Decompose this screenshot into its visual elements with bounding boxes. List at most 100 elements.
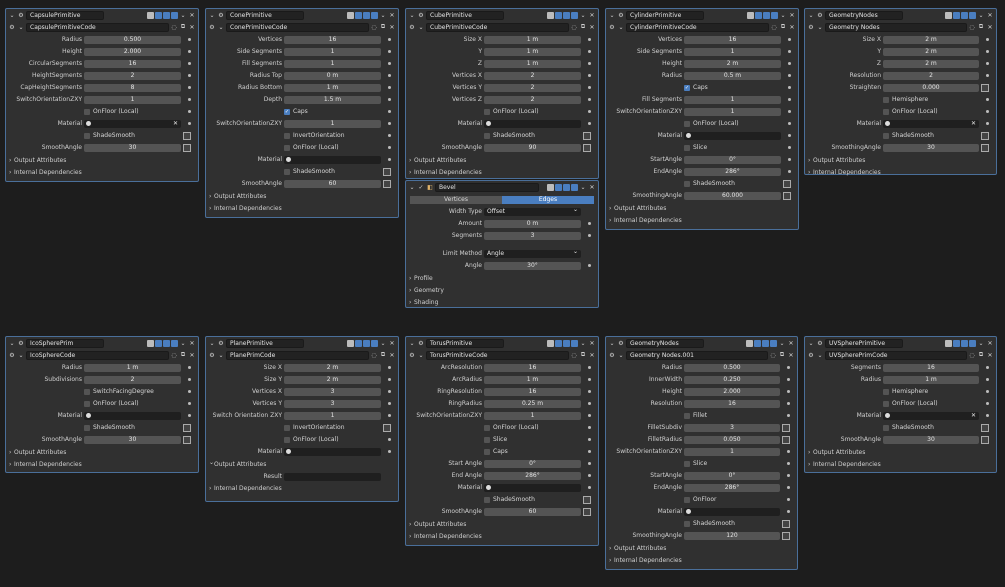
number-field[interactable]: 0 m (484, 220, 581, 228)
section-internal-dependencies[interactable]: Internal Dependencies (206, 203, 398, 215)
attribute-toggle-icon[interactable] (583, 144, 591, 152)
checkbox-onfloor-local-[interactable]: OnFloor (Local) (883, 400, 938, 407)
keyframe-dot-icon[interactable] (787, 486, 790, 489)
checkbox-box[interactable] (684, 460, 690, 467)
section-shading[interactable]: Shading (406, 297, 598, 309)
render-toggle-icon[interactable] (571, 339, 578, 347)
number-field[interactable]: 1 (284, 60, 381, 68)
node-group-name-field[interactable]: CylinderPrimitiveCode (626, 22, 769, 32)
checkbox-box[interactable] (883, 400, 889, 407)
keyframe-dot-icon[interactable] (388, 450, 391, 453)
checkbox-hemisphere[interactable]: Hemisphere (883, 388, 928, 395)
attribute-toggle-icon[interactable] (981, 84, 989, 92)
keyframe-dot-icon[interactable] (787, 462, 790, 465)
output-attribute-field[interactable] (284, 473, 381, 481)
keyframe-dot-icon[interactable] (788, 170, 791, 173)
expand-chevron-icon[interactable]: ⌄ (608, 11, 616, 19)
keyframe-dot-icon[interactable] (388, 378, 391, 381)
checkbox-box[interactable] (684, 180, 690, 187)
attribute-toggle-icon[interactable] (583, 496, 591, 504)
keyframe-dot-icon[interactable] (188, 74, 191, 77)
keyframe-dot-icon[interactable] (986, 122, 989, 125)
section-internal-dependencies[interactable]: Internal Dependencies (6, 459, 198, 471)
number-field[interactable]: 16 (484, 388, 581, 396)
number-field[interactable]: 2.000 (84, 48, 181, 56)
keyframe-dot-icon[interactable] (986, 74, 989, 77)
number-field[interactable]: 30 (84, 436, 181, 444)
checkbox-shadesmooth[interactable]: ShadeSmooth (484, 132, 535, 139)
checkbox-shadesmooth[interactable]: ShadeSmooth (684, 520, 735, 527)
checkbox-box[interactable] (284, 436, 290, 443)
viewport-toggle-icon[interactable] (563, 183, 570, 191)
modifier-name-field[interactable]: GeometryNodes (626, 338, 704, 348)
duplicate-icon[interactable]: ⧉ (977, 23, 985, 31)
render-toggle-icon[interactable] (371, 339, 378, 347)
checkbox-onfloor-local-[interactable]: OnFloor (Local) (883, 108, 938, 115)
keyframe-dot-icon[interactable] (788, 110, 791, 113)
attribute-toggle-icon[interactable] (183, 144, 191, 152)
chevron-down-icon[interactable]: ⌄ (417, 351, 425, 359)
modifier-name-field[interactable]: GeometryNodes (825, 10, 903, 20)
expand-chevron-icon[interactable]: ⌄ (807, 11, 815, 19)
checkbox-box[interactable] (684, 412, 690, 419)
keyframe-dot-icon[interactable] (588, 86, 591, 89)
keyframe-dot-icon[interactable] (588, 378, 591, 381)
number-field[interactable]: 2 m (684, 60, 781, 68)
keyframe-dot-icon[interactable] (986, 50, 989, 53)
checkbox-box[interactable] (684, 84, 690, 91)
keyframe-dot-icon[interactable] (986, 38, 989, 41)
number-field[interactable]: 3 (484, 232, 581, 240)
checkbox-box[interactable] (684, 144, 690, 151)
checkbox-onfloor-local-[interactable]: OnFloor (Local) (484, 108, 539, 115)
checkbox-box[interactable] (484, 108, 490, 115)
number-field[interactable]: 2 m (284, 364, 381, 372)
checkbox-caps[interactable]: Caps (284, 108, 308, 115)
number-field[interactable]: 2 (84, 72, 181, 80)
number-field[interactable]: 2 (84, 376, 181, 384)
number-field[interactable]: 0.500 (684, 364, 780, 372)
funnel-icon[interactable] (547, 183, 554, 191)
material-picker[interactable] (883, 412, 979, 420)
dropdown-icon[interactable]: ⌄ (179, 339, 187, 347)
section-output-attributes[interactable]: Output Attributes (6, 447, 198, 459)
modifier-name-field[interactable]: CylinderPrimitive (626, 10, 704, 20)
keyframe-dot-icon[interactable] (788, 50, 791, 53)
number-field[interactable]: 1 (684, 448, 780, 456)
keyframe-dot-icon[interactable] (388, 134, 391, 137)
edit-mode-toggle-icon[interactable] (355, 11, 362, 19)
keyframe-dot-icon[interactable] (388, 402, 391, 405)
checkbox-onfloor-local-[interactable]: OnFloor (Local) (84, 400, 139, 407)
keyframe-dot-icon[interactable] (588, 62, 591, 65)
keyframe-dot-icon[interactable] (588, 50, 591, 53)
keyframe-dot-icon[interactable] (588, 486, 591, 489)
expand-chevron-icon[interactable]: ⌄ (8, 11, 16, 19)
keyframe-dot-icon[interactable] (388, 62, 391, 65)
close-icon[interactable]: ✕ (188, 11, 196, 19)
section-internal-dependencies[interactable]: Internal Dependencies (406, 167, 598, 179)
material-picker[interactable] (84, 412, 181, 420)
material-picker[interactable] (84, 120, 181, 128)
dropdown-icon[interactable]: ⌄ (778, 339, 786, 347)
keyframe-dot-icon[interactable] (788, 62, 791, 65)
checkbox-shadesmooth[interactable]: ShadeSmooth (883, 132, 934, 139)
render-toggle-icon[interactable] (371, 11, 378, 19)
section-internal-dependencies[interactable]: Internal Dependencies (606, 215, 798, 227)
render-toggle-icon[interactable] (771, 11, 778, 19)
number-field[interactable]: 2.000 (684, 388, 780, 396)
checkbox-box[interactable] (284, 424, 290, 431)
number-field[interactable]: 30° (484, 262, 581, 270)
keyframe-dot-icon[interactable] (986, 402, 989, 405)
attribute-toggle-icon[interactable] (981, 436, 989, 444)
duplicate-icon[interactable]: ⧉ (179, 351, 187, 359)
node-tree-icon[interactable]: ⚙ (208, 23, 216, 31)
number-field[interactable]: 0 m (284, 72, 381, 80)
expand-chevron-icon[interactable]: ⌄ (408, 339, 416, 347)
node-tree-icon[interactable]: ⚙ (408, 351, 416, 359)
funnel-icon[interactable] (347, 11, 354, 19)
dropdown-icon[interactable]: ⌄ (579, 339, 587, 347)
number-field[interactable]: 3 (284, 400, 381, 408)
number-field[interactable]: 1 (684, 48, 781, 56)
unlink-icon[interactable]: ✕ (588, 23, 596, 31)
edit-mode-toggle-icon[interactable] (555, 339, 562, 347)
keyframe-dot-icon[interactable] (188, 38, 191, 41)
